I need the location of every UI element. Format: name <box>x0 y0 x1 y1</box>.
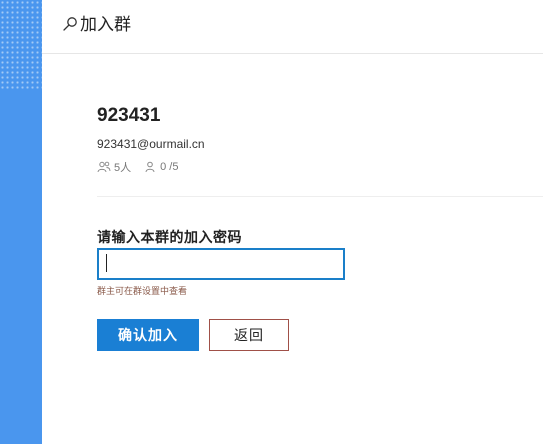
sidebar-strip <box>0 0 42 444</box>
password-label: 请输入本群的加入密码 <box>97 229 242 245</box>
confirm-join-button[interactable]: 确认加入 <box>97 319 199 351</box>
group-email: 923431@ourmail.cn <box>97 137 205 151</box>
sidebar-pattern <box>0 0 42 90</box>
page-header: 加入群 <box>42 0 543 54</box>
member-count-stat: 5人 <box>97 159 131 175</box>
user-icon <box>145 161 157 173</box>
back-button[interactable]: 返回 <box>209 319 289 351</box>
password-hint: 群主可在群设置中查看 <box>97 286 188 296</box>
join-group-panel: 923431 923431@ourmail.cn 5人 0 /5 请输入本群的加… <box>42 54 543 444</box>
search-icon <box>62 16 78 32</box>
group-name: 923431 <box>97 105 161 126</box>
section-divider <box>97 196 543 197</box>
online-count-stat: 0 /5 <box>145 161 178 173</box>
group-stats: 5人 0 /5 <box>97 159 178 175</box>
member-count: 5人 <box>114 162 132 174</box>
online-count: 0 /5 <box>160 161 179 173</box>
password-input[interactable] <box>97 248 345 280</box>
members-icon <box>97 161 111 173</box>
page-title: 加入群 <box>80 15 131 34</box>
text-caret <box>106 254 107 272</box>
